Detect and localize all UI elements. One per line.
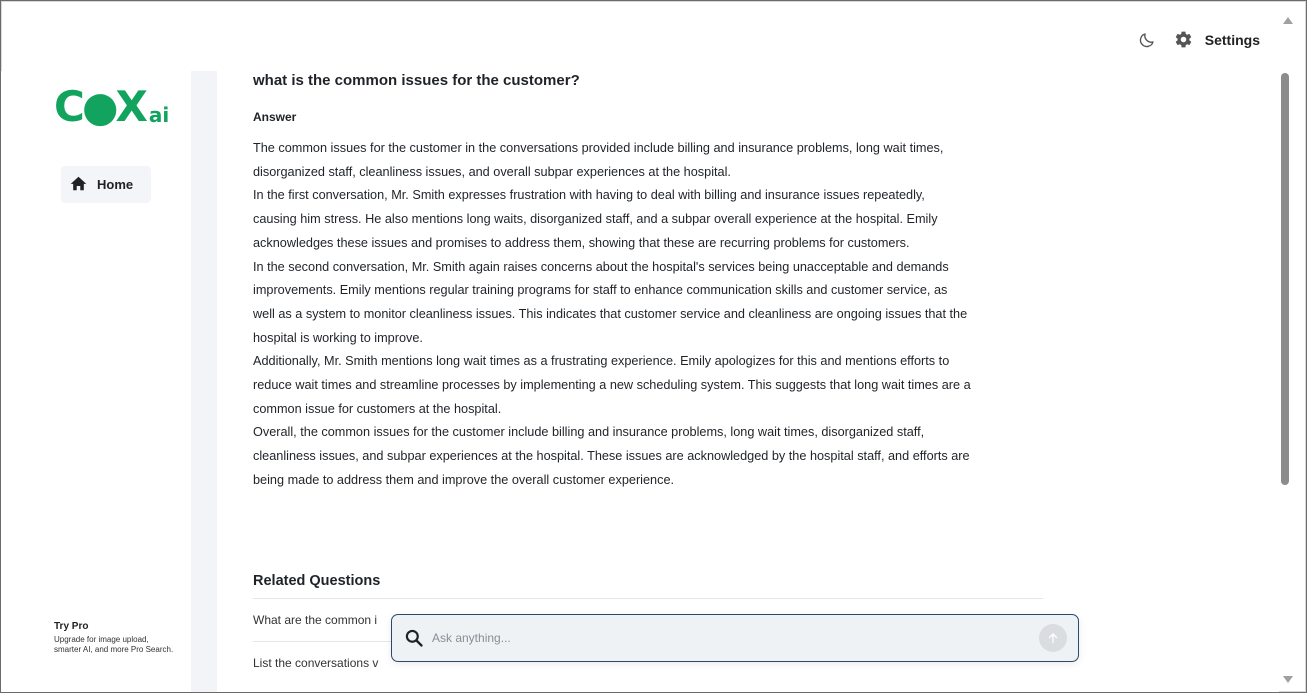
answer-line: reduce wait times and streamline process… [253,378,971,393]
search-bar [391,614,1079,662]
answer-line: In the second conversation, Mr. Smith ag… [253,259,949,274]
moon-icon[interactable] [1138,31,1156,49]
answer-label: Answer [253,110,297,124]
search-icon [404,628,424,648]
answer-line: Overall, the common issues for the custo… [253,425,925,440]
answer-line: acknowledges these issues and promises t… [253,235,910,250]
answer-line: causing him stress. He also mentions lon… [253,212,938,227]
answer-line: In the first conversation, Mr. Smith exp… [253,188,925,203]
main-content: what is the common issues for the custom… [217,71,1279,692]
logo: C●X ai [54,85,169,129]
app-window: Settings C●X ai Home Try Pro Upgrade for… [0,0,1307,693]
answer-line: common issue for customers at the hospit… [253,401,502,416]
scrollbar-thumb[interactable] [1281,73,1289,485]
try-pro-description: Upgrade for image upload, smarter AI, an… [54,635,174,654]
scrollbar[interactable] [1278,9,1300,689]
content-gutter [191,71,217,692]
scroll-up-arrow-icon[interactable] [1283,17,1293,24]
related-questions-title: Related Questions [253,573,381,589]
settings-link[interactable]: Settings [1205,32,1260,48]
answer-line: cleanliness issues, and subpar experienc… [253,449,970,464]
question-title: what is the common issues for the custom… [253,72,580,89]
answer-line: The common issues for the customer in th… [253,141,944,155]
try-pro-title: Try Pro [54,621,89,632]
answer-line: improvements. Emily mentions regular tra… [253,283,948,298]
answer-text: The common issues for the customer in th… [253,137,1053,493]
sidebar-item-home[interactable]: Home [61,166,151,203]
sidebar-item-label: Home [97,177,134,192]
answer-line: Additionally, Mr. Smith mentions long wa… [253,354,950,369]
try-pro-panel[interactable]: Try Pro Upgrade for image upload, smarte… [54,621,174,655]
submit-button[interactable] [1039,624,1067,652]
sidebar: C●X ai Home Try Pro Upgrade for image up… [1,71,191,692]
search-input[interactable] [432,631,1039,645]
answer-line: being made to address them and improve t… [253,472,675,487]
answer-line: hospital is working to improve. [253,330,423,345]
logo-text: C●X [54,82,148,131]
answer-line: disorganized staff, cleanliness issues, … [253,164,731,179]
header-controls: Settings [1138,30,1260,49]
home-icon [70,176,87,194]
logo-ai-text: ai [148,103,170,127]
gear-icon[interactable] [1174,30,1193,49]
scroll-down-arrow-icon[interactable] [1283,676,1293,683]
arrow-up-icon [1048,633,1058,644]
answer-line: well as a system to monitor cleanliness … [253,306,968,321]
